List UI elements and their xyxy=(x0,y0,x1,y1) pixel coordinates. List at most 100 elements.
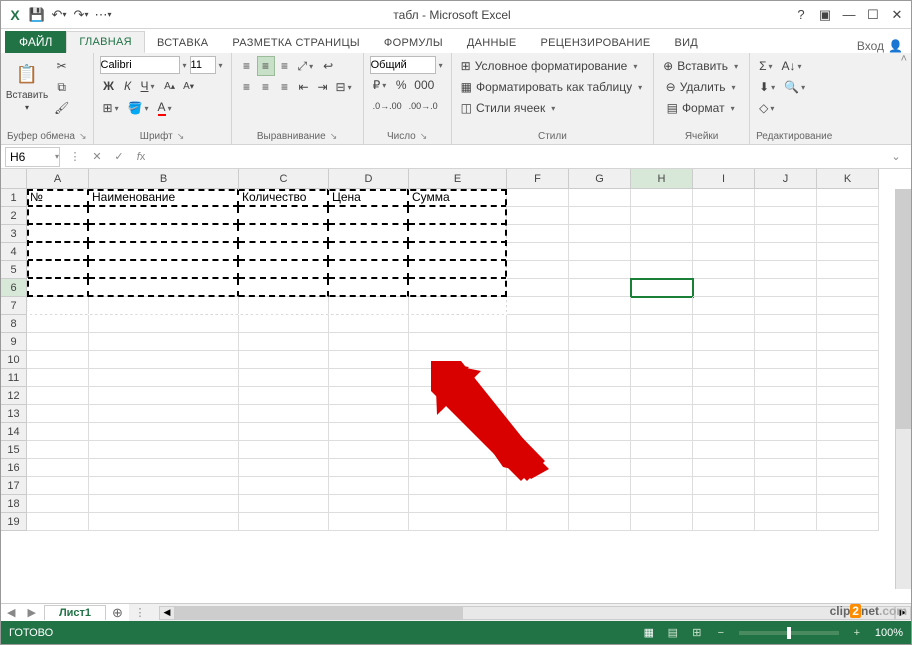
font-size-combo[interactable] xyxy=(190,56,216,74)
cell-H14[interactable] xyxy=(631,423,693,441)
cell-A17[interactable] xyxy=(27,477,89,495)
cell-C16[interactable] xyxy=(239,459,329,477)
cell-I8[interactable] xyxy=(693,315,755,333)
help-icon[interactable]: ? xyxy=(791,5,811,25)
cell-D10[interactable] xyxy=(329,351,409,369)
cell-G1[interactable] xyxy=(569,189,631,207)
cell-D7[interactable] xyxy=(329,297,409,315)
cell-C13[interactable] xyxy=(239,405,329,423)
cell-E19[interactable] xyxy=(409,513,507,531)
cell-F17[interactable] xyxy=(507,477,569,495)
tab-formulas[interactable]: ФОРМУЛЫ xyxy=(372,32,455,53)
cell-C17[interactable] xyxy=(239,477,329,495)
hscroll-left[interactable]: ◀ xyxy=(159,606,175,620)
cell-A8[interactable] xyxy=(27,315,89,333)
tab-data[interactable]: ДАННЫЕ xyxy=(455,32,529,53)
cell-I18[interactable] xyxy=(693,495,755,513)
qat-customize-icon[interactable]: ⋯▾ xyxy=(93,5,113,25)
cell-H16[interactable] xyxy=(631,459,693,477)
row-header-4[interactable]: 4 xyxy=(1,243,27,261)
cell-K11[interactable] xyxy=(817,369,879,387)
cell-C12[interactable] xyxy=(239,387,329,405)
cell-B19[interactable] xyxy=(89,513,239,531)
hscroll-thumb[interactable] xyxy=(176,607,463,619)
cell-E3[interactable] xyxy=(409,225,507,243)
cell-K5[interactable] xyxy=(817,261,879,279)
cell-F4[interactable] xyxy=(507,243,569,261)
cell-I7[interactable] xyxy=(693,297,755,315)
cell-A18[interactable] xyxy=(27,495,89,513)
cell-A2[interactable] xyxy=(27,207,89,225)
cell-G18[interactable] xyxy=(569,495,631,513)
cell-F7[interactable] xyxy=(507,297,569,315)
cell-K9[interactable] xyxy=(817,333,879,351)
cell-J16[interactable] xyxy=(755,459,817,477)
name-box[interactable]: H6▾ xyxy=(5,147,60,167)
align-middle-button[interactable]: ≡ xyxy=(257,56,275,76)
cell-J2[interactable] xyxy=(755,207,817,225)
row-header-1[interactable]: 1 xyxy=(1,189,27,207)
cell-F2[interactable] xyxy=(507,207,569,225)
cell-I5[interactable] xyxy=(693,261,755,279)
cell-B1[interactable]: Наименование xyxy=(89,189,239,207)
cell-E16[interactable] xyxy=(409,459,507,477)
cell-C15[interactable] xyxy=(239,441,329,459)
cell-H5[interactable] xyxy=(631,261,693,279)
cell-F13[interactable] xyxy=(507,405,569,423)
worksheet[interactable]: ABCDEFGHIJK 1234567891011121314151617181… xyxy=(1,169,911,589)
cell-D11[interactable] xyxy=(329,369,409,387)
cell-J18[interactable] xyxy=(755,495,817,513)
decrease-font-button[interactable]: A▾ xyxy=(180,76,198,96)
cell-H18[interactable] xyxy=(631,495,693,513)
font-dialog-launcher[interactable]: ↘ xyxy=(177,131,185,142)
cell-I16[interactable] xyxy=(693,459,755,477)
cell-E7[interactable] xyxy=(409,297,507,315)
row-header-8[interactable]: 8 xyxy=(1,315,27,333)
cell-A12[interactable] xyxy=(27,387,89,405)
sheet-nav-prev[interactable]: ◀ xyxy=(1,606,21,619)
cell-J15[interactable] xyxy=(755,441,817,459)
enter-formula-button[interactable]: ✓ xyxy=(108,147,130,167)
cell-I6[interactable] xyxy=(693,279,755,297)
align-left-button[interactable]: ≡ xyxy=(238,77,256,97)
cell-I4[interactable] xyxy=(693,243,755,261)
cell-G8[interactable] xyxy=(569,315,631,333)
cell-K19[interactable] xyxy=(817,513,879,531)
cell-H6[interactable] xyxy=(631,279,693,297)
cell-C7[interactable] xyxy=(239,297,329,315)
cell-A11[interactable] xyxy=(27,369,89,387)
cell-A14[interactable] xyxy=(27,423,89,441)
cell-D1[interactable]: Цена xyxy=(329,189,409,207)
cell-G19[interactable] xyxy=(569,513,631,531)
cell-C9[interactable] xyxy=(239,333,329,351)
align-center-button[interactable]: ≡ xyxy=(257,77,275,97)
cell-C1[interactable]: Количество xyxy=(239,189,329,207)
row-header-9[interactable]: 9 xyxy=(1,333,27,351)
cell-H8[interactable] xyxy=(631,315,693,333)
cell-G14[interactable] xyxy=(569,423,631,441)
cell-H15[interactable] xyxy=(631,441,693,459)
font-name-combo[interactable] xyxy=(100,56,180,74)
row-header-11[interactable]: 11 xyxy=(1,369,27,387)
cell-H10[interactable] xyxy=(631,351,693,369)
cell-J5[interactable] xyxy=(755,261,817,279)
cell-F19[interactable] xyxy=(507,513,569,531)
cell-F8[interactable] xyxy=(507,315,569,333)
view-page-break-button[interactable]: ⊞ xyxy=(685,624,709,642)
cell-J8[interactable] xyxy=(755,315,817,333)
sheet-tab-active[interactable]: Лист1 xyxy=(44,605,106,620)
row-header-18[interactable]: 18 xyxy=(1,495,27,513)
copy-button[interactable]: ⧉ xyxy=(51,77,72,97)
cell-H3[interactable] xyxy=(631,225,693,243)
cell-D3[interactable] xyxy=(329,225,409,243)
clipboard-dialog-launcher[interactable]: ↘ xyxy=(79,131,87,142)
view-page-layout-button[interactable]: ▤ xyxy=(661,624,685,642)
row-header-16[interactable]: 16 xyxy=(1,459,27,477)
cell-K10[interactable] xyxy=(817,351,879,369)
cell-G3[interactable] xyxy=(569,225,631,243)
cell-J6[interactable] xyxy=(755,279,817,297)
cell-B8[interactable] xyxy=(89,315,239,333)
expand-formula-bar[interactable]: ⌄ xyxy=(885,147,907,167)
merge-button[interactable]: ⊟▾ xyxy=(333,77,357,97)
cell-C19[interactable] xyxy=(239,513,329,531)
